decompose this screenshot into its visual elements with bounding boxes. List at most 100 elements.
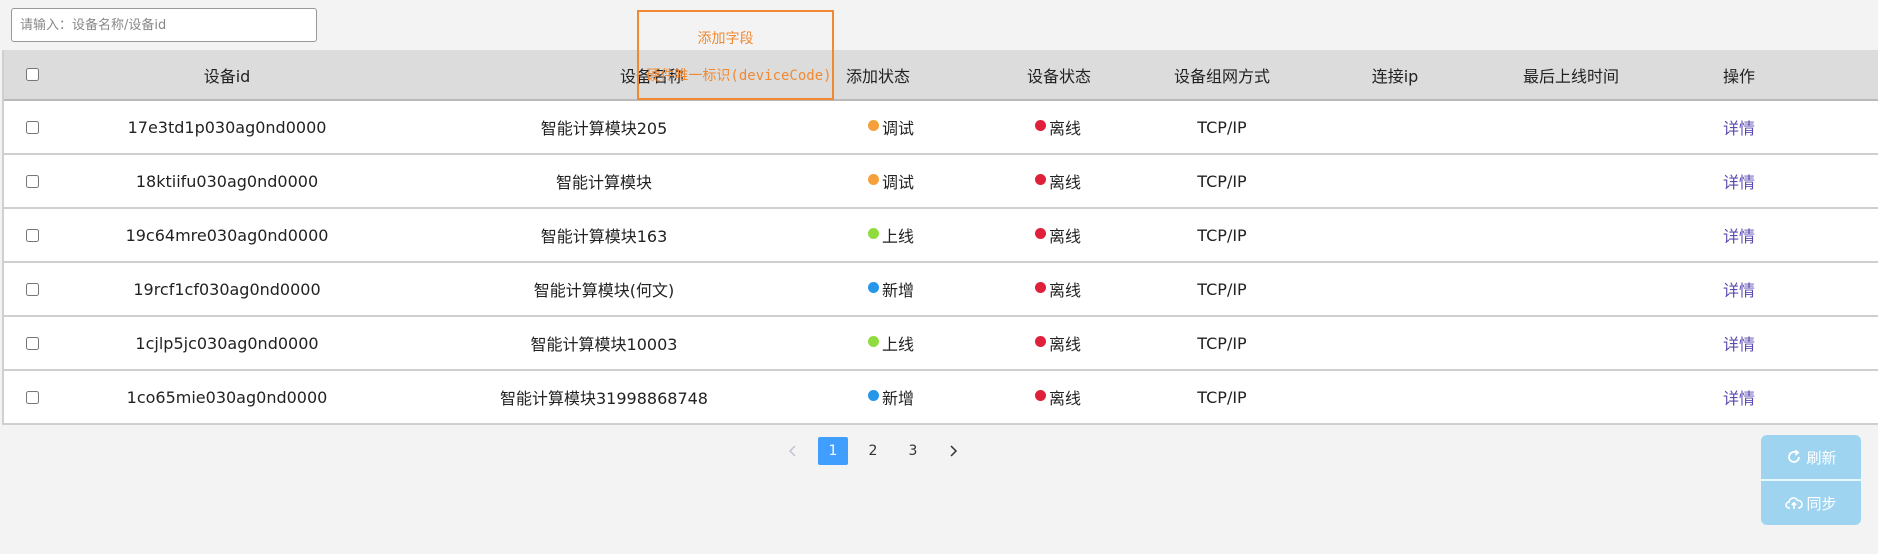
last-online-cell [1501, 209, 1641, 261]
details-link-cell: 详情 [1709, 101, 1769, 153]
device-status-cell: 离线 [1004, 209, 1114, 261]
details-link[interactable]: 详情 [1723, 223, 1755, 247]
pagination: 1 2 3 [778, 437, 978, 465]
add-status-label: 新增 [882, 281, 915, 300]
device-id-cell: 1cjlp5jc030ag0nd0000 [135, 333, 319, 353]
add-status-dot [868, 281, 879, 293]
add-status: 调试 [868, 169, 938, 193]
device-name-cell: 智能计算模块163 [540, 227, 668, 246]
network-mode-cell: TCP/IP [1197, 117, 1247, 137]
row-checkbox[interactable] [25, 282, 39, 296]
table-row: 18ktiifu030ag0nd0000 智能计算模块 调试 离线 TCP/IP… [4, 155, 1878, 209]
header-connect-ip[interactable]: 连接ip [1340, 50, 1450, 99]
device-name-cell: 智能计算模块205 [540, 119, 668, 138]
connect-ip-cell [1340, 263, 1450, 315]
add-status-cell: 调试 [833, 155, 953, 207]
device-status-label: 离线 [1049, 119, 1082, 138]
network-mode-cell: TCP/IP [1197, 279, 1247, 299]
page-2-button[interactable]: 2 [858, 437, 888, 465]
add-status-cell: 新增 [833, 371, 953, 423]
add-status-dot [868, 173, 879, 185]
prev-page-button[interactable] [778, 437, 808, 465]
header-action: 操作 [1722, 66, 1755, 86]
device-table: 设备id 设备名称 硬件唯一标识(deviceCode) 添加状态 设备状态 设… [2, 50, 1878, 425]
table-row: 1cjlp5jc030ag0nd0000 智能计算模块10003 上线 离线 T… [4, 317, 1878, 371]
last-online-cell [1501, 155, 1641, 207]
header-network-mode[interactable]: 设备组网方式 [1152, 50, 1292, 99]
row-checkbox[interactable] [25, 336, 39, 350]
table-row: 19c64mre030ag0nd0000 智能计算模块163 上线 离线 TCP… [4, 209, 1878, 263]
device-id-cell: 18ktiifu030ag0nd0000 [135, 171, 319, 191]
details-link-cell: 详情 [1709, 155, 1769, 207]
sync-button[interactable]: 同步 [1761, 479, 1861, 525]
row-select-cell [12, 209, 52, 261]
device-name-cell: 智能计算模块10003 [530, 335, 678, 354]
page-3-button[interactable]: 3 [898, 437, 928, 465]
header-device-id[interactable]: 设备id [117, 50, 337, 99]
device-id-cell: 17e3td1p030ag0nd0000 [127, 117, 327, 137]
last-online-cell [1501, 263, 1641, 315]
chevron-right-icon [950, 445, 958, 457]
device-status: 离线 [1035, 115, 1105, 139]
connect-ip-cell [1340, 317, 1450, 369]
next-page-button[interactable] [938, 437, 968, 465]
table-row: 19rcf1cf030ag0nd0000 智能计算模块(何文) 新增 离线 TC… [4, 263, 1878, 317]
row-checkbox[interactable] [25, 120, 39, 134]
device-status-dot [1035, 281, 1046, 293]
add-status-label: 上线 [882, 227, 915, 246]
details-link-cell: 详情 [1709, 317, 1769, 369]
device-status-dot [1035, 389, 1046, 401]
details-link[interactable]: 详情 [1723, 277, 1755, 301]
device-name-cell: 智能计算模块31998868748 [500, 389, 708, 408]
device-status-label: 离线 [1049, 281, 1082, 300]
device-status-dot [1035, 173, 1046, 185]
details-link-cell: 详情 [1709, 263, 1769, 315]
add-status-dot [868, 227, 879, 239]
row-checkbox[interactable] [25, 390, 39, 404]
add-status-dot [868, 389, 879, 401]
connect-ip-cell [1340, 155, 1450, 207]
device-id-cell: 19c64mre030ag0nd0000 [125, 225, 329, 245]
device-status: 离线 [1035, 385, 1105, 409]
details-link[interactable]: 详情 [1723, 385, 1755, 409]
details-link[interactable]: 详情 [1723, 331, 1755, 355]
refresh-button[interactable]: 刷新 [1761, 435, 1861, 479]
network-mode-cell: TCP/IP [1197, 333, 1247, 353]
network-mode-cell: TCP/IP [1197, 387, 1247, 407]
last-online-cell [1501, 371, 1641, 423]
row-checkbox[interactable] [25, 228, 39, 242]
device-status-cell: 离线 [1004, 155, 1114, 207]
device-name-cell: 智能计算模块 [555, 173, 652, 192]
details-link[interactable]: 详情 [1723, 169, 1755, 193]
header-device-status[interactable]: 设备状态 [1004, 50, 1114, 99]
row-select-cell [12, 317, 52, 369]
device-id-cell: 19rcf1cf030ag0nd0000 [133, 279, 321, 299]
device-id-cell: 1co65mie030ag0nd0000 [126, 387, 328, 407]
add-status-label: 调试 [882, 119, 915, 138]
row-checkbox[interactable] [25, 174, 39, 188]
device-status-dot [1035, 335, 1046, 347]
table-header: 设备id 设备名称 硬件唯一标识(deviceCode) 添加状态 设备状态 设… [4, 50, 1878, 101]
device-status: 离线 [1035, 331, 1105, 355]
details-link-cell: 详情 [1709, 371, 1769, 423]
device-status-label: 离线 [1049, 389, 1082, 408]
add-status: 新增 [868, 277, 938, 301]
row-select-cell [12, 155, 52, 207]
device-status-cell: 离线 [1004, 317, 1114, 369]
connect-ip-cell [1340, 101, 1450, 153]
table-row: 17e3td1p030ag0nd0000 智能计算模块205 调试 离线 TCP… [4, 101, 1878, 155]
row-select-cell [12, 371, 52, 423]
chevron-left-icon [788, 445, 796, 457]
select-all-checkbox[interactable] [25, 68, 39, 81]
header-last-online[interactable]: 最后上线时间 [1501, 50, 1641, 99]
last-online-cell [1501, 101, 1641, 153]
device-status: 离线 [1035, 223, 1105, 247]
header-add-status[interactable]: 添加状态 [833, 50, 953, 99]
page-1-button[interactable]: 1 [818, 437, 848, 465]
search-input[interactable] [11, 8, 317, 42]
add-status-cell: 上线 [833, 209, 953, 261]
add-status: 上线 [868, 223, 938, 247]
details-link[interactable]: 详情 [1723, 115, 1755, 139]
last-online-cell [1501, 317, 1641, 369]
add-status-cell: 新增 [833, 263, 953, 315]
